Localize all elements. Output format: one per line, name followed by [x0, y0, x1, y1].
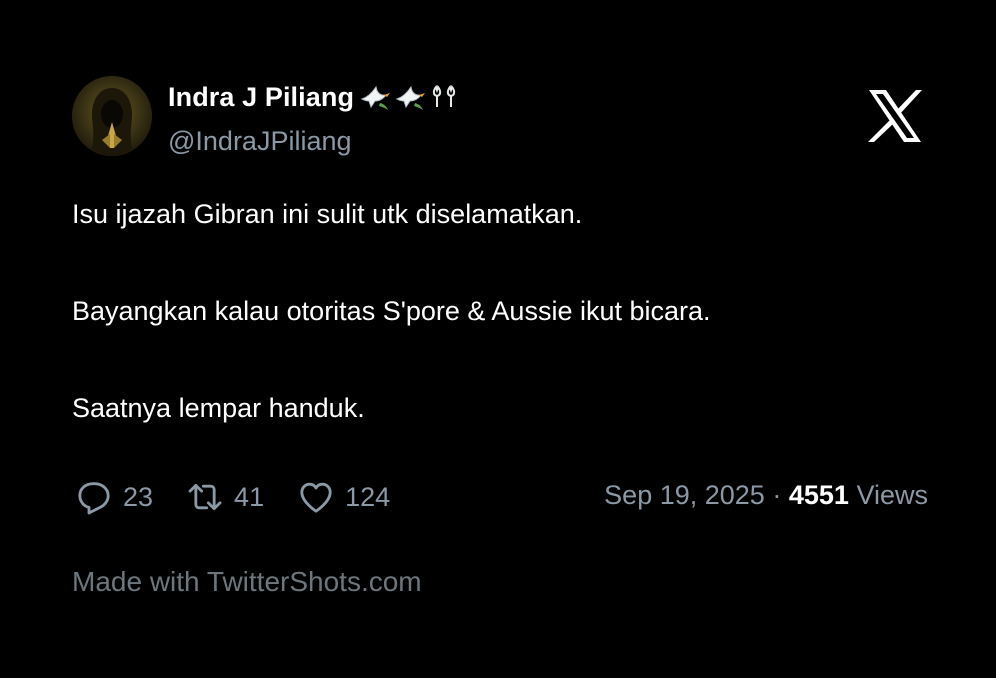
footer-credit[interactable]: Made with TwitterShots.com — [72, 566, 422, 598]
tweet-card: Indra J Piliang @IndraJPiliang Isu ijaza… — [0, 0, 996, 678]
retweet-count: 41 — [234, 481, 265, 512]
dove-icon — [360, 85, 391, 110]
tweet-line: Bayangkan kalau otoritas S'pore & Aussie… — [72, 296, 711, 326]
like-count: 124 — [345, 481, 391, 512]
like-button[interactable]: 124 — [296, 477, 390, 517]
author-display-name[interactable]: Indra J Piliang — [168, 82, 354, 113]
tweet-date[interactable]: Sep 19, 2025 — [604, 480, 765, 510]
meta-separator: · — [772, 480, 782, 510]
retweet-button[interactable]: 41 — [185, 477, 264, 517]
name-emojis — [360, 83, 460, 111]
x-logo-icon[interactable] — [866, 88, 924, 144]
tulip-icon — [432, 84, 456, 107]
tweet-line: Isu ijazah Gibran ini sulit utk diselama… — [72, 199, 583, 229]
reply-icon — [78, 482, 110, 515]
dove-icon — [395, 85, 426, 110]
views-label: Views — [856, 480, 928, 510]
views-count: 4551 — [788, 480, 849, 510]
avatar-image — [72, 76, 152, 156]
retweet-icon — [188, 483, 222, 511]
tweet-meta: Sep 19, 2025 · 4551 Views — [604, 480, 928, 511]
author-name-row: Indra J Piliang — [168, 80, 460, 114]
engagement-stats: 23 41 124 — [74, 474, 422, 520]
reply-button[interactable]: 23 — [74, 477, 153, 517]
avatar[interactable] — [72, 76, 152, 156]
reply-count: 23 — [123, 481, 154, 512]
tweet-text: Isu ijazah Gibran ini sulit utk diselama… — [72, 196, 932, 426]
heart-icon — [300, 482, 332, 513]
author-handle[interactable]: @IndraJPiliang — [168, 126, 352, 157]
tweet-line: Saatnya lempar handuk. — [72, 393, 365, 423]
